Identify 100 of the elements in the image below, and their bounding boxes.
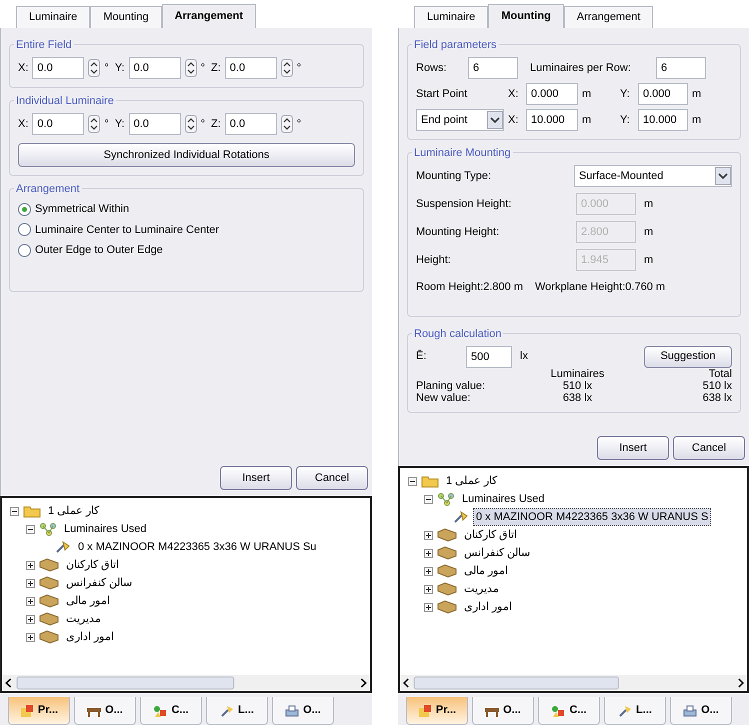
input-field[interactable]: 0.0 [32, 57, 84, 79]
mounting-type-dropdown[interactable]: Surface-Mounted [574, 165, 732, 187]
panel-tab[interactable]: C... [140, 697, 202, 725]
panel-tab[interactable]: L... [206, 697, 268, 725]
collapse-icon[interactable] [424, 494, 433, 504]
tree-item[interactable]: امور مالی [461, 562, 512, 580]
spinner-icon[interactable] [184, 59, 197, 77]
input-field[interactable]: 6 [656, 57, 706, 79]
unit-label: ° [296, 116, 302, 132]
field-label: Height: [416, 252, 452, 268]
tab[interactable]: Luminaire [16, 6, 90, 28]
cancel-button[interactable]: Cancel [296, 466, 368, 490]
tree-item[interactable]: مدیریت [461, 580, 502, 598]
folder-icon [39, 558, 59, 572]
tree-item[interactable]: کار عملی 1 [443, 472, 500, 490]
horizontal-scrollbar[interactable] [2, 675, 370, 691]
radio-label: Symmetrical Within [35, 202, 130, 217]
expand-icon[interactable] [424, 530, 433, 540]
input-field[interactable]: 6 [468, 57, 518, 79]
expand-icon[interactable] [26, 596, 35, 606]
input-field[interactable]: 10.000 [526, 109, 578, 131]
panel-tab[interactable]: Pr... [406, 697, 468, 725]
field-label: Luminaires per Row: [530, 60, 632, 76]
spinner-icon[interactable] [88, 59, 100, 77]
panel-tab[interactable]: O... [670, 697, 732, 725]
spinner-icon[interactable] [184, 115, 197, 133]
input-field[interactable]: 0.0 [224, 113, 277, 135]
panel-tab[interactable]: L... [604, 697, 666, 725]
tree-item[interactable]: مدیریت [63, 610, 104, 628]
panel-tab[interactable]: O... [272, 697, 334, 725]
end-point-dropdown[interactable]: End point [416, 109, 504, 131]
folder-icon [437, 564, 457, 578]
field-label: Ē: [416, 348, 428, 364]
suggestion-button[interactable]: Suggestion [644, 346, 732, 368]
tree-item[interactable]: سالن کنفرانس [63, 574, 136, 592]
network-icon [39, 522, 57, 536]
field-label: Mounting Height: [416, 224, 500, 240]
expand-icon[interactable] [424, 548, 433, 558]
radio-label: Luminaire Center to Luminaire Center [35, 222, 220, 238]
tree-item[interactable]: اتاق کارکنان [461, 526, 520, 544]
spinner-icon[interactable] [280, 59, 293, 77]
collapse-icon[interactable] [26, 524, 35, 534]
field-label: Y: [620, 86, 631, 102]
tree-item[interactable]: Luminaires Used [459, 490, 548, 508]
input-field[interactable]: 0.0 [128, 113, 181, 135]
spinner-icon[interactable] [88, 115, 100, 133]
tree-item[interactable]: امور اداری [461, 598, 516, 616]
panel-tab[interactable]: O... [74, 697, 136, 725]
field-label: Mounting Type: [416, 168, 492, 184]
radio-button[interactable] [18, 202, 31, 216]
tree-item[interactable]: Luminaires Used [61, 520, 150, 538]
project-icon [20, 704, 34, 718]
input-field[interactable]: 0.000 [638, 83, 688, 105]
input-field[interactable]: 500 [466, 346, 512, 368]
input-field[interactable]: 0.000 [526, 83, 578, 105]
insert-button[interactable]: Insert [597, 436, 669, 460]
radio-button[interactable] [18, 223, 31, 236]
collapse-icon[interactable] [408, 476, 417, 486]
workplane-height-text: Workplane Height:0.760 m [535, 280, 666, 295]
tree-item[interactable]: اتاق کارکنان [63, 556, 122, 574]
expand-icon[interactable] [424, 584, 433, 594]
input-field[interactable]: 0.0 [32, 113, 84, 135]
dropdown-caret-icon[interactable] [715, 167, 731, 185]
folder-icon [437, 600, 457, 614]
expand-icon[interactable] [26, 578, 35, 588]
dropdown-caret-icon[interactable] [487, 111, 503, 129]
folder-icon [437, 582, 457, 596]
radio-button[interactable] [18, 244, 31, 257]
sync-rotations-button[interactable]: Synchronized Individual Rotations [18, 143, 355, 167]
panel-tab[interactable]: O... [472, 697, 534, 725]
expand-icon[interactable] [424, 602, 433, 612]
tree-item[interactable]: امور اداری [63, 628, 118, 646]
horizontal-scrollbar[interactable] [400, 675, 747, 691]
input-field[interactable]: 10.000 [638, 109, 688, 131]
tab[interactable]: Arrangement [564, 6, 654, 28]
input-field[interactable]: 0.0 [224, 57, 277, 79]
tab[interactable]: Mounting [488, 4, 564, 28]
panel-tab[interactable]: Pr... [8, 697, 70, 725]
folder-icon [421, 474, 439, 488]
tree-item[interactable]: کار عملی 1 [45, 502, 102, 520]
table-cell-text: 638 lx [562, 392, 594, 404]
collapse-icon[interactable] [10, 506, 19, 516]
tab[interactable]: Luminaire [414, 6, 488, 28]
input-field[interactable]: 0.0 [128, 57, 181, 79]
tree-item[interactable]: سالن کنفرانس [461, 544, 534, 562]
field-label: Rows: [416, 60, 448, 76]
expand-icon[interactable] [26, 614, 35, 624]
cancel-button[interactable]: Cancel [673, 436, 745, 460]
expand-icon[interactable] [424, 566, 433, 576]
printer-icon [285, 704, 300, 718]
expand-icon[interactable] [26, 632, 35, 642]
tree-item[interactable]: 0 x MAZINOOR M4223365 3x36 W URANUS S [473, 508, 712, 526]
spinner-icon[interactable] [280, 115, 293, 133]
tree-item[interactable]: 0 x MAZINOOR M4223365 3x36 W URANUS Su [75, 538, 320, 556]
tab[interactable]: Arrangement [162, 4, 256, 28]
expand-icon[interactable] [26, 560, 35, 570]
tree-item[interactable]: امور مالی [63, 592, 114, 610]
panel-tab[interactable]: C... [538, 697, 600, 725]
tab[interactable]: Mounting [90, 6, 162, 28]
insert-button[interactable]: Insert [220, 466, 292, 490]
